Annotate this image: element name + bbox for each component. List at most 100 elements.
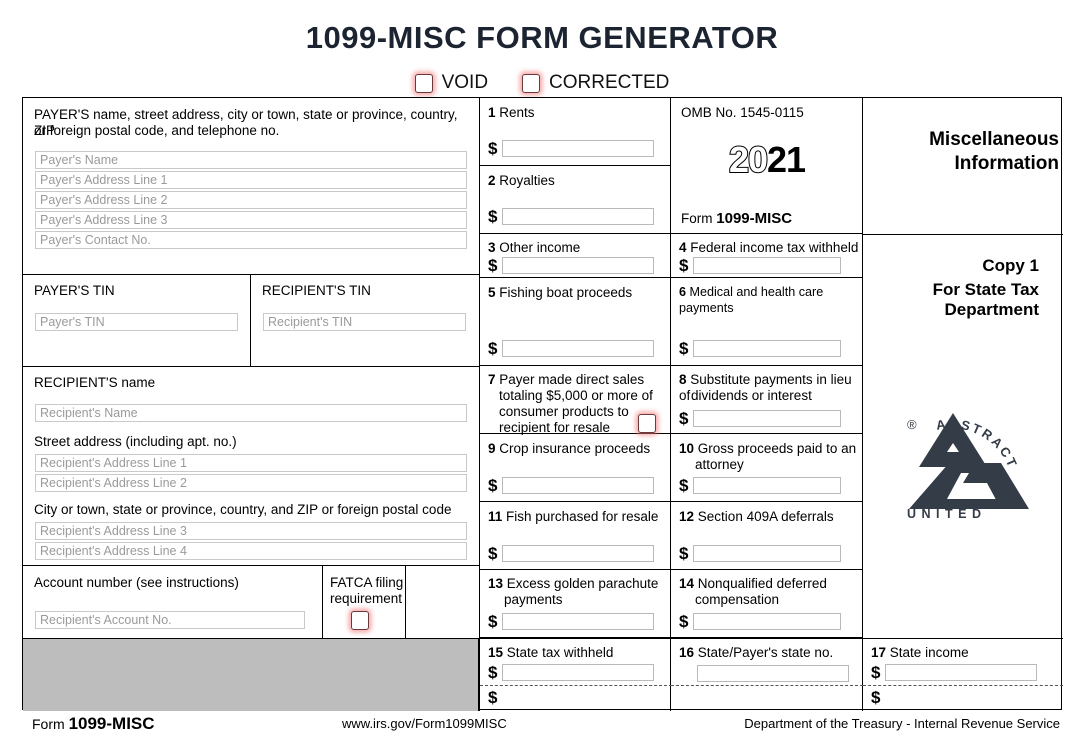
box-11-input[interactable] (502, 545, 655, 562)
recipient-address-4-input[interactable]: Recipient's Address Line 4 (35, 542, 467, 560)
box-6-medical-payments: 6 Medical and health care payments $ (671, 278, 863, 366)
void-checkbox[interactable] (414, 73, 433, 93)
copy-line-2: For State Tax (932, 280, 1039, 299)
footer-form-prefix: Form (32, 716, 65, 732)
box-13-title-line1: Excess golden parachute (506, 576, 659, 591)
box-10-label: 10 Gross proceeds paid to an (679, 441, 859, 457)
void-checkbox-group[interactable]: VOID (414, 72, 488, 94)
box-1-input[interactable] (502, 140, 655, 157)
footer-url[interactable]: www.irs.gov/Form1099MISC (342, 716, 507, 731)
box-17-currency-2: $ (871, 688, 881, 707)
box-7-direct-sales: 7 Payer made direct sales totaling $5,00… (479, 366, 671, 435)
box-2-label: 2 Royalties (488, 173, 555, 189)
corrected-checkbox[interactable] (522, 73, 541, 93)
corrected-checkbox-group[interactable]: CORRECTED (522, 72, 669, 94)
payer-address-3-input[interactable]: Payer's Address Line 3 (35, 211, 467, 229)
payer-name-input[interactable]: Payer's Name (35, 151, 467, 169)
account-number-input[interactable]: Recipient's Account No. (35, 611, 305, 629)
box-2-number: 2 (488, 173, 496, 188)
box-15-input-1[interactable] (502, 664, 655, 681)
box-14-number: 14 (679, 576, 695, 591)
box-16-input-1[interactable] (697, 665, 849, 682)
form-1099-misc: PAYER'S name, street address, city or to… (22, 97, 1063, 711)
box-2-royalties: 2 Royalties $ (479, 166, 671, 234)
box-6-input[interactable] (693, 340, 842, 357)
box-16-title: State/Payer's state no. (697, 645, 834, 660)
recipient-address-1-input[interactable]: Recipient's Address Line 1 (35, 454, 467, 472)
box-10-title-line2: attorney (695, 457, 744, 472)
box-11-fish-purchased: 11 Fish purchased for resale $ (479, 502, 671, 570)
box-15-divider (480, 685, 672, 686)
box-10-number: 10 (679, 441, 695, 456)
box-5-input[interactable] (502, 340, 655, 357)
box-5-fishing-boat-proceeds: 5 Fishing boat proceeds $ (479, 278, 671, 366)
recipient-city-label: City or town, state or province, country… (34, 502, 452, 517)
fatca-cell: FATCA filing requirement (323, 565, 406, 638)
recipient-address-2-input[interactable]: Recipient's Address Line 2 (35, 474, 467, 492)
box-15-title: State tax withheld (506, 645, 614, 660)
box-3-label: 3 Other income (488, 240, 580, 256)
payer-tin-input[interactable]: Payer's TIN (35, 313, 238, 331)
payer-address-2-input[interactable]: Payer's Address Line 2 (35, 191, 467, 209)
box-12-input[interactable] (693, 545, 842, 562)
box-12-title: Section 409A deferrals (697, 509, 834, 524)
box-5-title: Fishing boat proceeds (499, 285, 633, 300)
box-14-title-line1: Nonqualified deferred (697, 576, 827, 591)
box-6-currency: $ (679, 339, 689, 358)
payer-address-1-input[interactable]: Payer's Address Line 1 (35, 171, 467, 189)
box-12-number: 12 (679, 509, 695, 524)
payer-heading-line2: or foreign postal code, and telephone no… (34, 123, 280, 138)
box-9-title: Crop insurance proceeds (499, 441, 651, 456)
box-9-crop-insurance: 9 Crop insurance proceeds $ (479, 434, 671, 502)
box-7-checkbox[interactable] (638, 414, 656, 433)
account-number-label: Account number (see instructions) (34, 575, 239, 590)
box-13-currency: $ (488, 612, 498, 631)
recipient-city-cell: City or town, state or province, country… (23, 494, 479, 562)
fatca-checkbox[interactable] (351, 611, 369, 630)
logo-svg: ® ABSTRACT UNITED (907, 413, 1029, 521)
box-2-input[interactable] (502, 208, 655, 225)
box-15-number: 15 (488, 645, 504, 660)
omb-form-prefix: Form (681, 211, 713, 226)
payer-tin-label: PAYER'S TIN (34, 283, 115, 298)
recipient-name-input[interactable]: Recipient's Name (35, 404, 467, 422)
recipient-address-3-input[interactable]: Recipient's Address Line 3 (35, 522, 467, 540)
fatca-spacer-cell (406, 565, 479, 638)
box-9-input[interactable] (502, 477, 655, 494)
box-9-currency: $ (488, 476, 498, 495)
box-3-currency: $ (488, 256, 498, 275)
payer-contact-input[interactable]: Payer's Contact No. (35, 231, 467, 249)
box-10-input[interactable] (693, 477, 842, 494)
box-17-title: State income (889, 645, 969, 660)
top-checkbox-row: VOID CORRECTED (0, 72, 1084, 94)
box-7-title-line3: consumer products to (499, 404, 629, 419)
omb-form-value: 1099-MISC (716, 210, 793, 227)
box-4-input[interactable] (693, 257, 842, 274)
recipient-tin-input[interactable]: Recipient's TIN (263, 313, 466, 331)
box-14-input[interactable] (693, 613, 842, 630)
box-13-input[interactable] (502, 613, 655, 630)
box-6-label: 6 Medical and health care payments (679, 285, 862, 316)
box-17-input-1[interactable] (885, 664, 1038, 681)
gray-filler-block (23, 638, 479, 711)
box-5-number: 5 (488, 285, 496, 300)
box-13-golden-parachute: 13 Excess golden parachute payments $ (479, 570, 671, 638)
tax-year-hollow: 20 (728, 139, 769, 180)
box-3-input[interactable] (502, 257, 655, 274)
payer-block: PAYER'S name, street address, city or to… (23, 98, 479, 250)
box-16-divider (671, 685, 863, 686)
box-3-number: 3 (488, 240, 496, 255)
footer-form-name: Form 1099-MISC (32, 714, 155, 734)
box-1-title: Rents (499, 105, 535, 120)
box-15-currency-2: $ (488, 688, 498, 707)
box-14-title-line2: compensation (695, 592, 780, 607)
box-14-label: 14 Nonqualified deferred (679, 576, 859, 592)
box-8-number: 8 (679, 372, 687, 387)
box-8-input[interactable] (693, 410, 842, 427)
box-7-title-line1: Payer made direct sales (499, 372, 645, 387)
box-12-label: 12 Section 409A deferrals (679, 509, 834, 525)
misc-information-title: Miscellaneous Information (863, 128, 1059, 176)
box-6-number: 6 (679, 285, 687, 299)
box-12-section-409a: 12 Section 409A deferrals $ (671, 502, 863, 570)
omb-number: OMB No. 1545-0115 (681, 105, 804, 120)
